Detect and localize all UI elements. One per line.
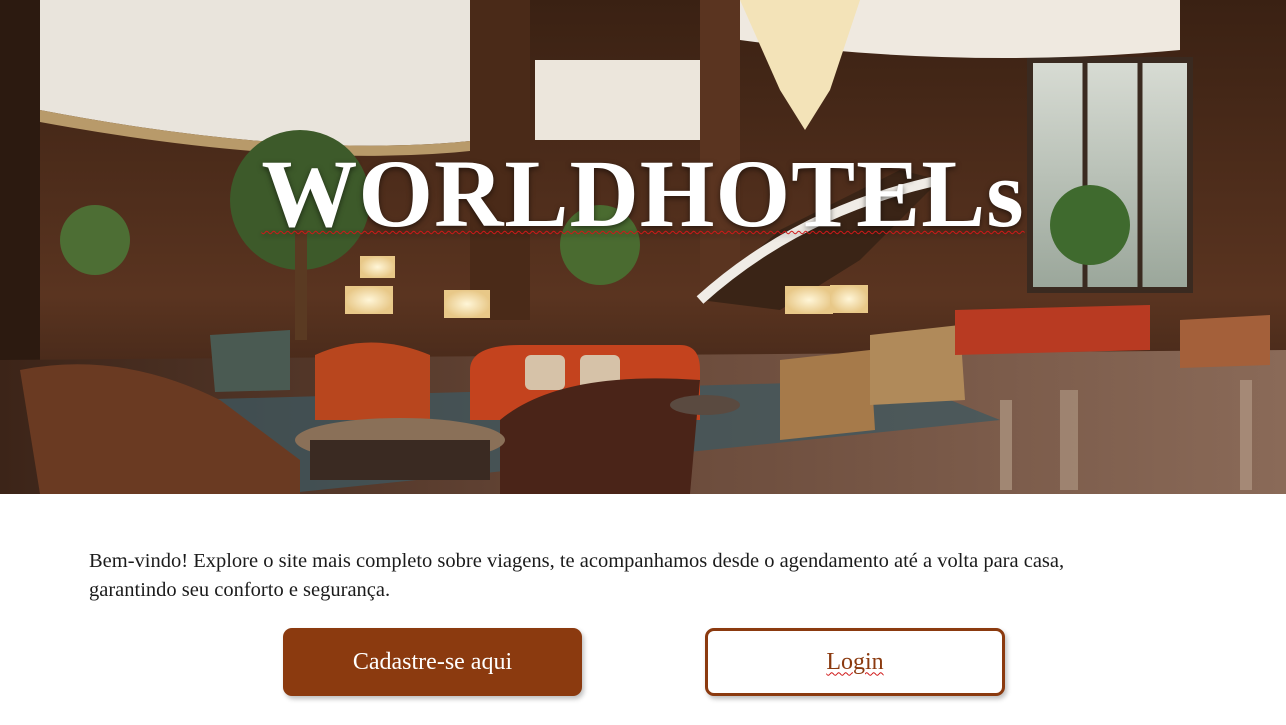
signup-button[interactable]: Cadastre-se aqui — [283, 628, 582, 696]
login-button-label: Login — [826, 648, 884, 675]
brand-title: WORLDHOTELs — [0, 146, 1286, 246]
signup-button-label: Cadastre-se aqui — [352, 648, 513, 675]
brand-title-text: WORLDHOTELs — [261, 140, 1025, 247]
welcome-text: Bem-vindo! Explore o site mais completo … — [89, 549, 1065, 601]
hotel-lobby-image — [0, 0, 1286, 494]
hero-banner: WORLDHOTELs — [0, 0, 1286, 494]
login-button[interactable]: Login — [705, 628, 1005, 696]
